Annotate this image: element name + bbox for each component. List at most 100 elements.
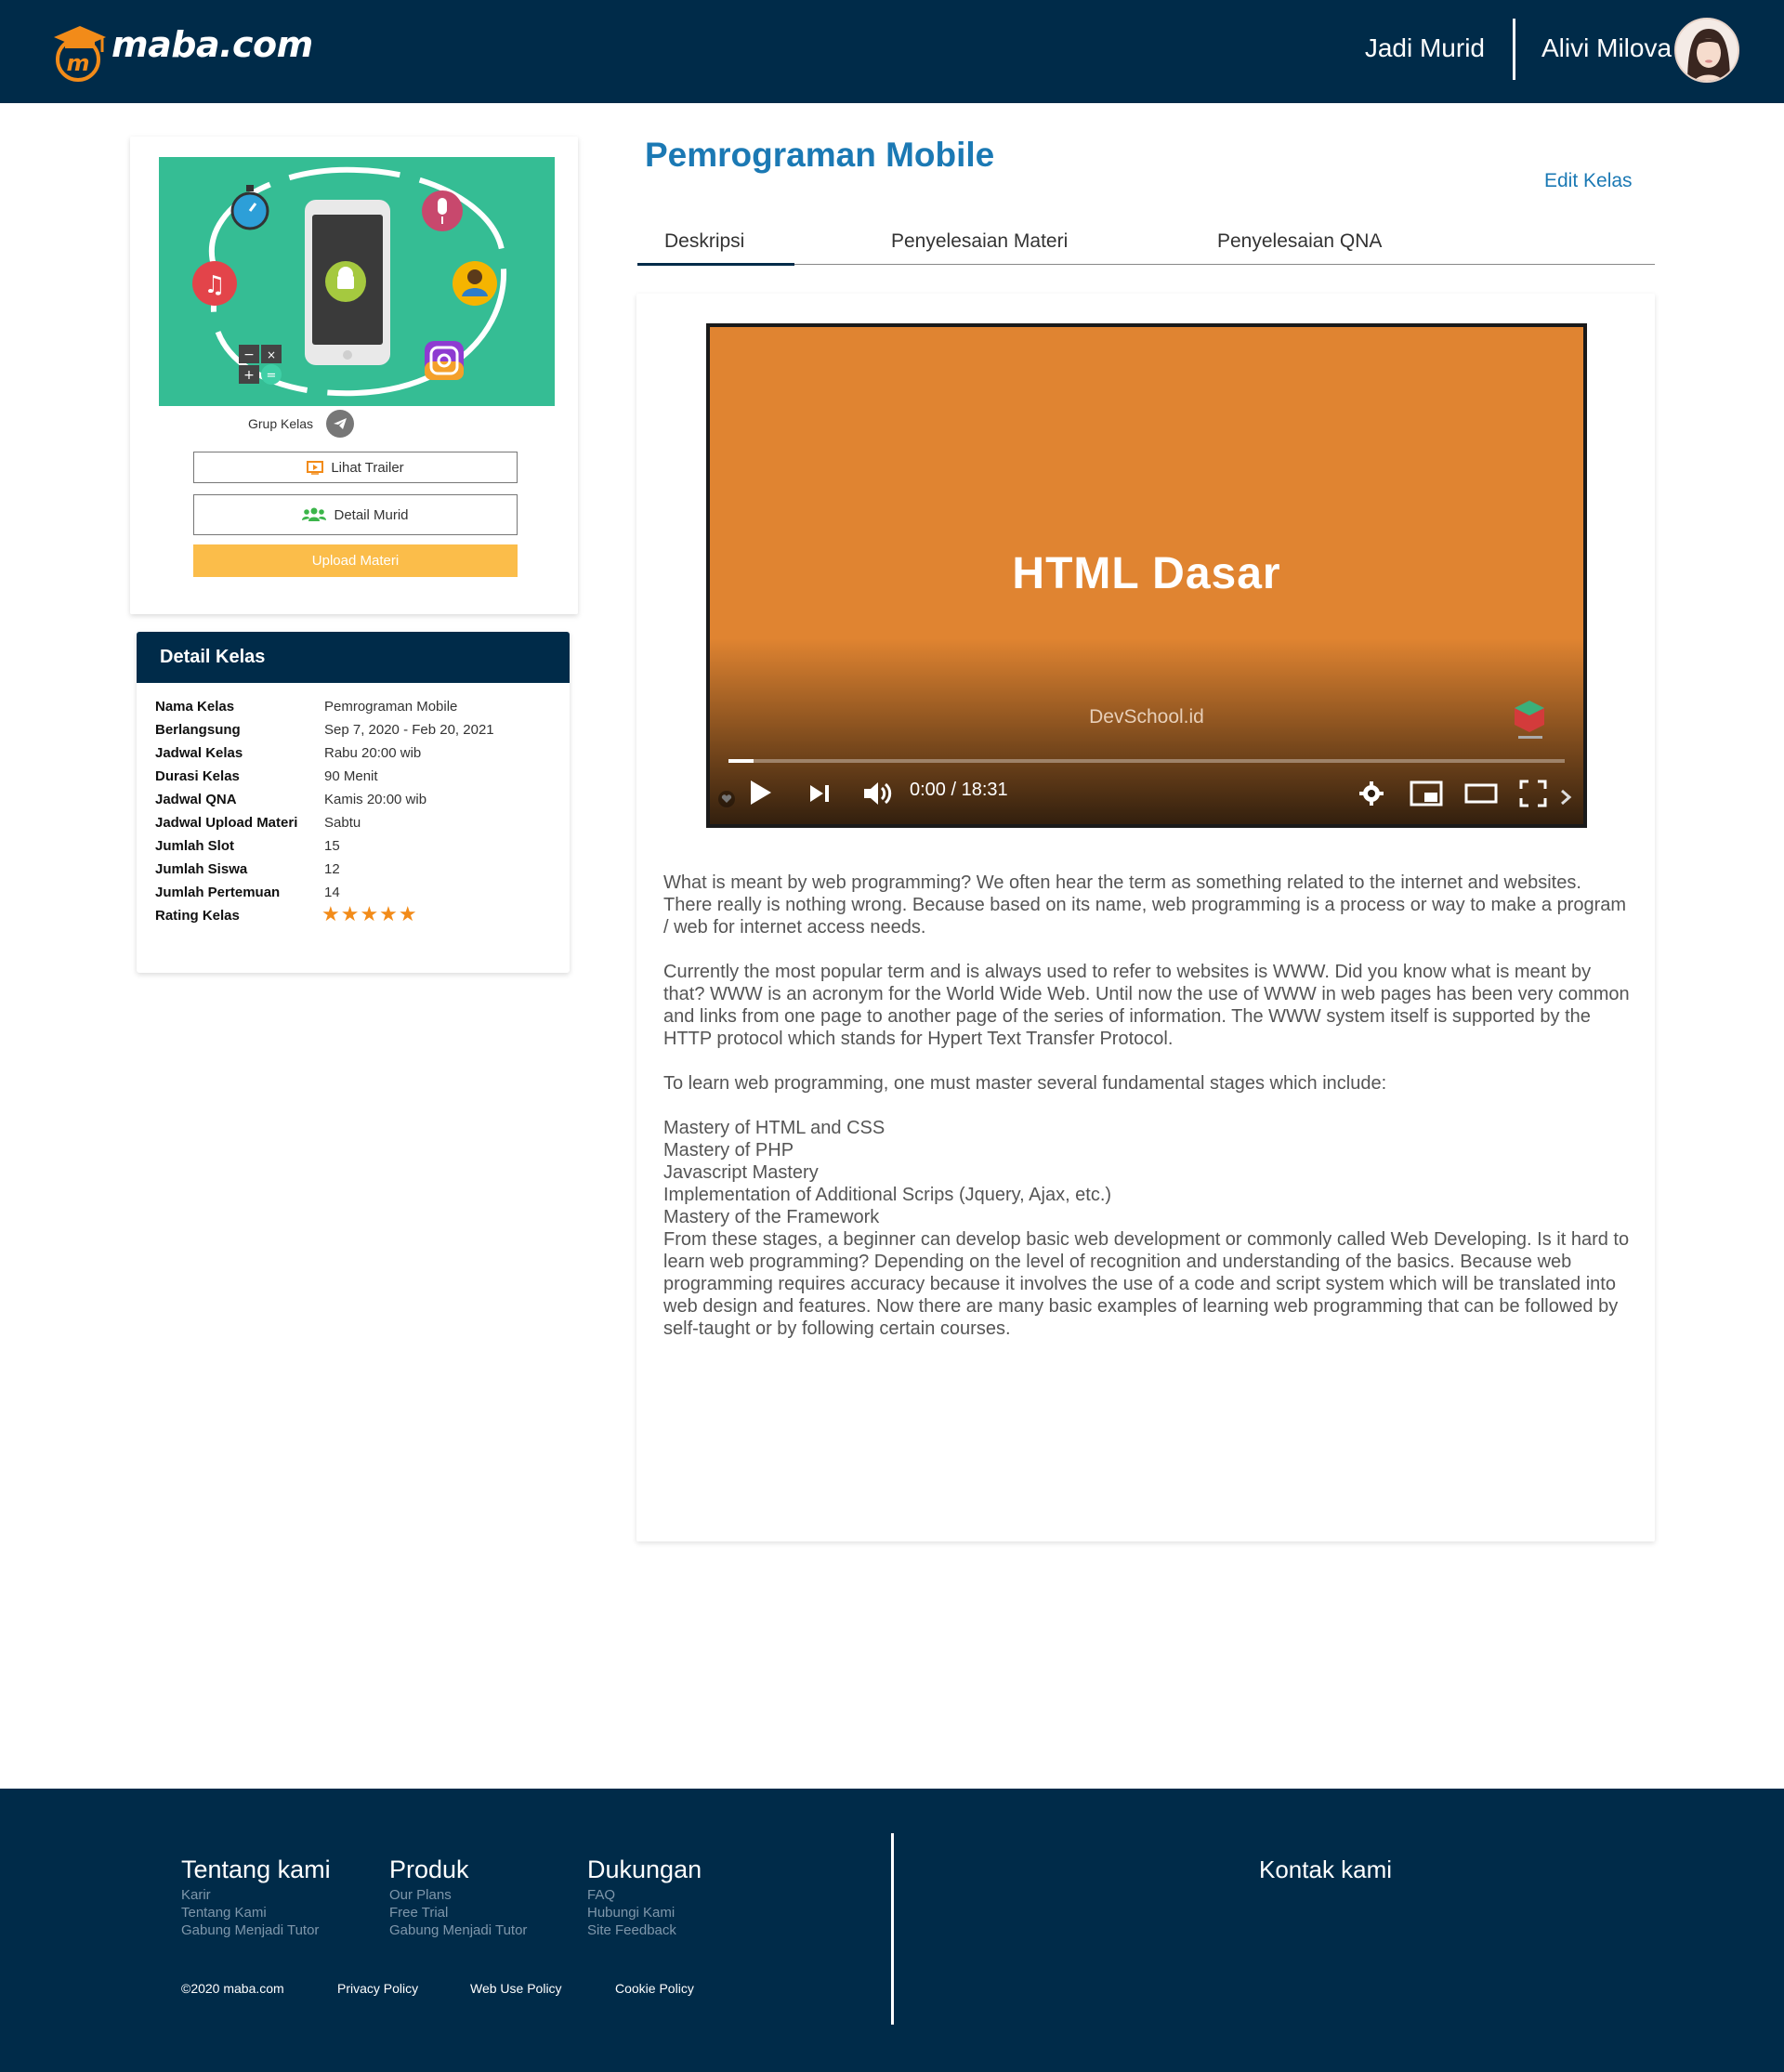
description-paragraph: What is meant by web programming? We oft… — [663, 872, 1627, 938]
detail-murid-label: Detail Murid — [334, 506, 409, 523]
detail-row: Jadwal QNA Kamis 20:00 wib — [155, 792, 555, 815]
miniplayer-icon[interactable] — [1410, 780, 1443, 807]
class-thumbnail: ♫ − × + = — [159, 157, 555, 406]
svg-text:×: × — [267, 348, 276, 361]
detail-value: 12 — [324, 861, 340, 877]
svg-text:+: + — [243, 368, 255, 383]
footer-link[interactable]: Hubungi Kami — [587, 1904, 702, 1921]
detail-murid-button[interactable]: Detail Murid — [193, 494, 518, 535]
active-tab-indicator — [637, 263, 794, 266]
detail-key: Jadwal Upload Materi — [155, 815, 298, 831]
lihat-trailer-label: Lihat Trailer — [331, 459, 404, 476]
detail-value: 90 Menit — [324, 768, 378, 784]
play-icon[interactable] — [749, 779, 773, 807]
description-paragraph: Currently the most popular term and is a… — [663, 962, 1630, 1049]
footer: Tentang kami Karir Tentang Kami Gabung M… — [0, 1789, 1784, 2072]
detail-key: Jumlah Siswa — [155, 861, 248, 877]
volume-icon[interactable] — [862, 780, 894, 807]
lihat-trailer-button[interactable]: Lihat Trailer — [193, 452, 518, 483]
footer-col-produk: Produk Our Plans Free Trial Gabung Menja… — [389, 1856, 527, 1939]
detail-key: Rating Kelas — [155, 908, 240, 924]
user-avatar[interactable] — [1674, 18, 1739, 83]
video-player[interactable]: HTML Dasar DevSchool.id 0:00 / 18:31 — [706, 323, 1587, 828]
content-card: HTML Dasar DevSchool.id 0:00 / 18:31 Wha… — [636, 294, 1655, 1541]
upload-materi-button[interactable]: Upload Materi — [193, 544, 518, 577]
upload-materi-label: Upload Materi — [311, 553, 400, 569]
detail-row: Jadwal Upload Materi Sabtu — [155, 815, 555, 838]
detail-row: Jumlah Siswa 12 — [155, 861, 555, 885]
tab-penyelesaian-materi[interactable]: Penyelesaian Materi — [891, 230, 1068, 253]
video-progress-bar[interactable] — [728, 759, 1565, 763]
video-channel: DevSchool.id — [1089, 706, 1204, 728]
footer-col-tentang: Tentang kami Karir Tentang Kami Gabung M… — [181, 1856, 331, 1939]
video-time: 0:00 / 18:31 — [910, 780, 1008, 800]
web-use-policy-link[interactable]: Web Use Policy — [470, 1981, 562, 1996]
grup-kelas-row: Grup Kelas — [248, 410, 355, 438]
top-header: m maba.com Jadi Murid Alivi Milova — [0, 0, 1784, 103]
heart-icon[interactable] — [717, 790, 736, 808]
tab-bar: Deskripsi Penyelesaian Materi Penyelesai… — [637, 223, 1655, 266]
detail-value: Pemrograman Mobile — [324, 699, 458, 715]
detail-key: Jumlah Pertemuan — [155, 885, 281, 900]
detail-key: Jumlah Slot — [155, 838, 235, 854]
footer-kontak-kami: Kontak kami — [1259, 1856, 1393, 1883]
footer-link[interactable]: Free Trial — [389, 1904, 527, 1921]
chevron-right-icon[interactable] — [1559, 788, 1572, 807]
nav-divider — [1513, 19, 1515, 80]
description-paragraph: From these stages, a beginner can develo… — [663, 1229, 1630, 1339]
footer-link[interactable]: Tentang Kami — [181, 1904, 331, 1921]
cookie-policy-link[interactable]: Cookie Policy — [615, 1981, 694, 1996]
footer-link[interactable]: Gabung Menjadi Tutor — [389, 1921, 527, 1939]
nav-jadi-murid[interactable]: Jadi Murid — [1365, 33, 1485, 63]
description-list-item: Javascript Mastery — [663, 1162, 819, 1183]
detail-key: Jadwal Kelas — [155, 745, 243, 761]
theater-mode-icon[interactable] — [1464, 782, 1498, 805]
description-list-item: Mastery of PHP — [663, 1140, 794, 1161]
detail-kelas-header: Detail Kelas — [137, 632, 570, 683]
description-list-item: Mastery of the Framework — [663, 1207, 880, 1227]
detail-key: Jadwal QNA — [155, 792, 237, 807]
play-video-icon — [307, 460, 324, 475]
footer-link[interactable]: Site Feedback — [587, 1921, 702, 1939]
footer-link[interactable]: Gabung Menjadi Tutor — [181, 1921, 331, 1939]
brand-logo[interactable]: m maba.com — [50, 17, 313, 84]
footer-link[interactable]: Karir — [181, 1886, 331, 1904]
svg-text:−: − — [243, 348, 255, 362]
footer-heading: Dukungan — [587, 1856, 702, 1883]
detail-value: Kamis 20:00 wib — [324, 792, 427, 807]
rating-stars: ★★★★★ — [321, 902, 418, 925]
edit-kelas-link[interactable]: Edit Kelas — [1544, 170, 1633, 192]
description-text: What is meant by web programming? We oft… — [663, 872, 1630, 1340]
footer-link[interactable]: Our Plans — [389, 1886, 527, 1904]
user-name[interactable]: Alivi Milova — [1541, 33, 1672, 63]
fullscreen-icon[interactable] — [1519, 780, 1547, 807]
detail-row: Berlangsung Sep 7, 2020 - Feb 20, 2021 — [155, 722, 555, 745]
privacy-policy-link[interactable]: Privacy Policy — [337, 1981, 418, 1996]
next-icon[interactable] — [808, 783, 831, 804]
detail-value: 15 — [324, 838, 340, 854]
channel-logo-icon — [1515, 701, 1544, 739]
detail-key: Durasi Kelas — [155, 768, 240, 784]
graduation-cap-logo-icon: m — [54, 26, 106, 82]
detail-row: Jadwal Kelas Rabu 20:00 wib — [155, 745, 555, 768]
description-list-item: Mastery of HTML and CSS — [663, 1118, 885, 1138]
detail-key: Berlangsung — [155, 722, 241, 738]
detail-row: Nama Kelas Pemrograman Mobile — [155, 699, 555, 722]
telegram-icon[interactable] — [326, 410, 355, 438]
grup-kelas-label: Grup Kelas — [248, 416, 314, 431]
page-title: Pemrograman Mobile — [645, 136, 995, 174]
brand-name: maba.com — [112, 24, 313, 65]
svg-text:♫: ♫ — [203, 271, 225, 299]
tab-penyelesaian-qna[interactable]: Penyelesaian QNA — [1217, 230, 1382, 253]
tab-deskripsi[interactable]: Deskripsi — [664, 230, 744, 253]
footer-copyright: ©2020 maba.com — [181, 1981, 284, 1996]
footer-divider — [891, 1833, 894, 2025]
video-progress-fill — [728, 759, 754, 763]
class-card: ♫ − × + = Grup Kelas Lihat Trailer Detai… — [130, 137, 578, 614]
video-title: HTML Dasar — [1012, 549, 1281, 598]
settings-gear-icon[interactable] — [1358, 780, 1385, 807]
detail-key: Nama Kelas — [155, 699, 235, 715]
footer-link[interactable]: FAQ — [587, 1886, 702, 1904]
